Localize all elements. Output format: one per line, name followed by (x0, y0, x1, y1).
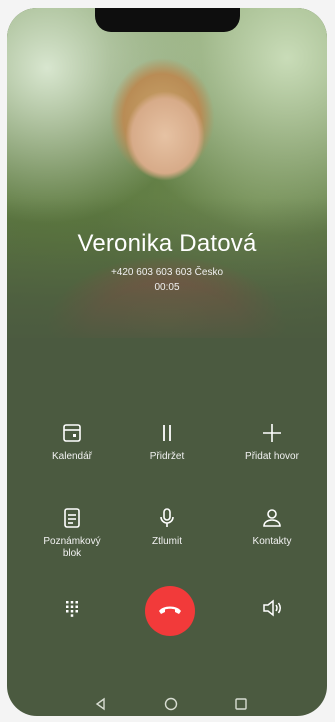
pause-icon (155, 421, 179, 445)
calendar-button[interactable]: Kalendář (24, 421, 120, 463)
dialpad-button[interactable] (56, 594, 88, 626)
person-icon (260, 506, 284, 530)
call-duration: 00:05 (154, 282, 180, 293)
camera-notch (95, 8, 240, 32)
calendar-label: Kalendář (51, 451, 93, 462)
dialpad-icon (62, 598, 82, 623)
contacts-label: Kontakty (252, 536, 292, 547)
back-triangle-icon[interactable] (93, 696, 109, 712)
microphone-icon (155, 506, 179, 530)
end-call-button[interactable] (145, 586, 195, 636)
notepad-button[interactable]: Poznámkový blok (24, 506, 120, 560)
contacts-button[interactable]: Kontakty (224, 506, 320, 548)
notepad-icon (60, 506, 84, 530)
plus-icon (260, 421, 284, 445)
system-nav-bar (7, 692, 327, 716)
mute-button[interactable]: Ztlumit (119, 506, 215, 548)
mute-label: Ztlumit (152, 536, 182, 547)
calendar-icon (60, 421, 84, 445)
speaker-icon (261, 598, 283, 623)
hang-up-icon (157, 602, 183, 621)
add-call-label: Přidat hovor (245, 451, 299, 462)
add-call-button[interactable]: Přidat hovor (224, 421, 320, 463)
notepad-label: Poznámkový blok (43, 536, 101, 559)
speaker-button[interactable] (256, 594, 288, 626)
hold-label: Přidržet (149, 451, 185, 462)
call-screen: Veronika Datová +420 603 603 603 Česko 0… (7, 8, 327, 716)
home-circle-icon[interactable] (163, 696, 179, 712)
recents-square-icon[interactable] (233, 696, 249, 712)
hold-button[interactable]: Přidržet (119, 421, 215, 463)
caller-name: Veronika Datová (77, 230, 257, 257)
caller-number: +420 603 603 603 Česko (110, 267, 224, 278)
